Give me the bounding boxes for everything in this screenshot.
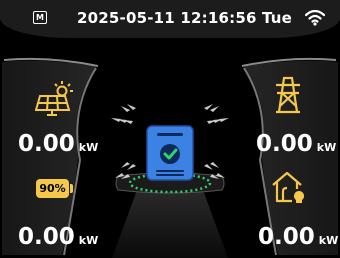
mode-icon: M [33,11,47,24]
battery-power-number: 0.00 [18,224,75,250]
home-icon [272,171,304,203]
solar-power-number: 0.00 [18,131,75,157]
battery-icon: 90% [36,179,69,198]
home-power-unit: kW [318,234,339,247]
battery-power-unit: kW [78,234,99,247]
battery-percent: 90% [39,182,66,195]
datetime-text: 2025-05-11 12:16:56 Tue [77,9,293,27]
solar-panel-icon [35,81,73,116]
wifi-icon [305,10,325,26]
grid-power-unit: kW [316,141,337,154]
solar-power-value: 0.00 kW [18,133,98,156]
status-bar: M 2025-05-11 12:16:56 Tue [0,0,340,38]
grid-power-value: 0.00 kW [256,133,336,156]
inverter-icon [146,125,194,181]
power-tower-icon [276,76,300,114]
battery-terminal [70,184,73,193]
grid-power-number: 0.00 [256,131,313,157]
home-power-number: 0.00 [258,224,315,250]
battery-power-value: 0.00 kW [18,226,98,249]
home-power-value: 0.00 kW [258,226,338,249]
solar-power-unit: kW [78,141,99,154]
